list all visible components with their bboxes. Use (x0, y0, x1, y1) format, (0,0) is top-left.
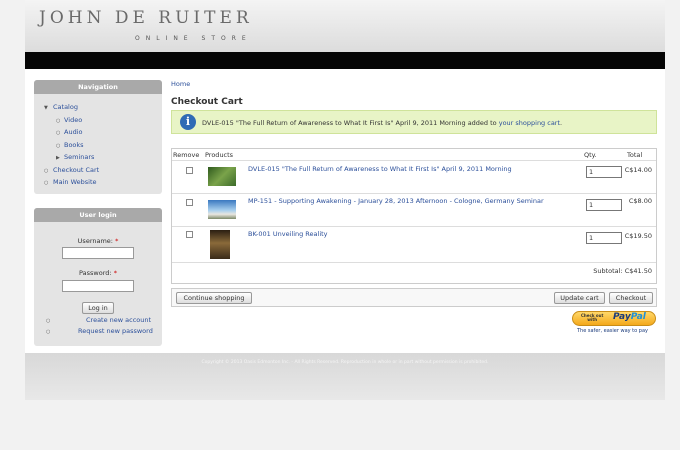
row-total: C$8.00 (628, 197, 652, 205)
username-label-text: Username: (77, 237, 113, 245)
book-thumbnail[interactable] (210, 230, 230, 259)
table-row: MP-151 - Supporting Awakening - January … (172, 193, 656, 226)
bullet-icon: ○ (56, 118, 61, 124)
audio-thumbnail[interactable] (208, 200, 236, 219)
product-link[interactable]: DVLE-015 "The Full Return of Awareness t… (248, 165, 512, 173)
nav-books[interactable]: Books (64, 141, 84, 149)
subtotal-row (172, 262, 656, 284)
required-mark: * (115, 237, 119, 245)
site-footer: Copyright © 2013 Oasis Edmonton Inc. - A… (25, 353, 665, 400)
cart-actions: Continue shopping Update cart Checkout (171, 288, 657, 307)
row-total: C$19.50 (624, 232, 652, 240)
checkout-button[interactable]: Checkout (609, 292, 653, 304)
password-label-text: Password: (79, 269, 112, 277)
bullet-icon: ○ (44, 168, 49, 174)
table-row: DVLE-015 "The Full Return of Awareness t… (172, 160, 656, 193)
username-label: Username: * (34, 237, 162, 245)
paypal-tagline: The safer, easier way to pay (577, 328, 648, 334)
row-total: C$14.00 (624, 166, 652, 174)
page: JOHN DE RUITER ONLINE STORE Navigation ▼… (25, 0, 665, 400)
footer-copyright: Copyright © 2013 Oasis Edmonton Inc. - A… (201, 360, 489, 365)
required-mark: * (113, 269, 117, 277)
nav-main-website[interactable]: Main Website (53, 178, 97, 186)
nav-checkout-cart[interactable]: Checkout Cart (53, 166, 99, 174)
subtotal: Subtotal: C$41.50 (593, 267, 652, 275)
message-text: DVLE-015 "The Full Return of Awareness t… (202, 119, 562, 127)
bullet-icon: ○ (46, 329, 51, 335)
header-products: Products (205, 151, 234, 159)
nav-seminars[interactable]: Seminars (64, 153, 94, 161)
user-login-title: User login (34, 208, 162, 222)
site-logo-subtitle: ONLINE STORE (135, 35, 252, 42)
paypal-logo-pal: Pal (630, 312, 646, 322)
login-button[interactable]: Log in (82, 302, 114, 314)
message-end: . (560, 119, 563, 127)
password-label: Password: * (34, 269, 162, 277)
bullet-icon: ○ (56, 130, 61, 136)
paypal-checkout-label: Check out with (581, 314, 603, 322)
username-input[interactable] (62, 247, 134, 259)
continue-shopping-button[interactable]: Continue shopping (176, 292, 252, 304)
info-icon: i (180, 114, 196, 130)
remove-checkbox[interactable] (186, 231, 193, 238)
paypal-logo-pay: Pay (613, 312, 631, 322)
paypal-logo: PayPal (613, 312, 646, 322)
video-thumbnail[interactable] (208, 167, 236, 186)
header-total: Total (627, 151, 643, 159)
site-logo[interactable]: JOHN DE RUITER (39, 8, 253, 28)
quantity-input[interactable]: 1 (586, 199, 622, 211)
product-link[interactable]: BK-001 Unveiling Reality (248, 230, 328, 238)
expanded-arrow-icon: ▼ (44, 105, 48, 111)
status-message: i DVLE-015 "The Full Return of Awareness… (171, 110, 657, 134)
user-login-block: User login Username: * Password: * Log i… (34, 208, 162, 346)
page-title: Checkout Cart (171, 97, 243, 107)
bullet-icon: ○ (46, 318, 51, 324)
password-input[interactable] (62, 280, 134, 292)
header-remove: Remove (173, 151, 200, 159)
create-account-link[interactable]: Create new account (86, 316, 151, 324)
navigation-title: Navigation (34, 80, 162, 94)
quantity-input[interactable]: 1 (586, 166, 622, 178)
collapsed-arrow-icon: ▶ (56, 155, 60, 161)
site-header: JOHN DE RUITER ONLINE STORE (25, 0, 665, 52)
paypal-checkout-line2: with (587, 317, 598, 322)
breadcrumb-home[interactable]: Home (171, 80, 190, 88)
remove-checkbox[interactable] (186, 167, 193, 174)
shopping-cart-link[interactable]: your shopping cart (499, 119, 560, 127)
table-row: BK-001 Unveiling Reality 1 C$19.50 (172, 226, 656, 262)
paypal-checkout-button[interactable]: Check out with PayPal (572, 311, 656, 326)
top-bar (25, 52, 665, 69)
product-link[interactable]: MP-151 - Supporting Awakening - January … (248, 197, 544, 205)
update-cart-button[interactable]: Update cart (554, 292, 605, 304)
nav-audio[interactable]: Audio (64, 128, 82, 136)
remove-checkbox[interactable] (186, 199, 193, 206)
bullet-icon: ○ (56, 143, 61, 149)
message-body: DVLE-015 "The Full Return of Awareness t… (202, 119, 499, 127)
nav-video[interactable]: Video (64, 116, 82, 124)
quantity-input[interactable]: 1 (586, 232, 622, 244)
bullet-icon: ○ (44, 180, 49, 186)
cart-table: Remove Products Qty. Total DVLE-015 "The… (171, 148, 657, 284)
navigation-block: Navigation ▼ Catalog ○ Video ○ Audio ○ B… (34, 80, 162, 194)
header-qty: Qty. (584, 151, 597, 159)
nav-catalog[interactable]: Catalog (53, 103, 78, 111)
request-password-link[interactable]: Request new password (78, 327, 153, 335)
